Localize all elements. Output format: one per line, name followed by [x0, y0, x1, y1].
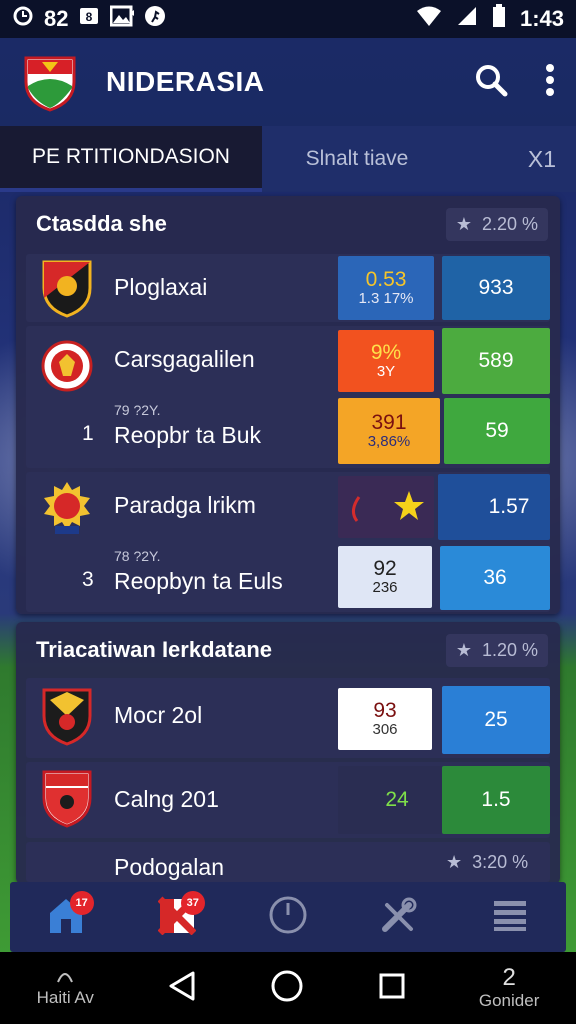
- star-icon: ★: [455, 639, 472, 660]
- wifi-icon: [416, 5, 442, 33]
- odds-cell[interactable]: 24: [338, 766, 442, 834]
- nav-home[interactable]: 17: [36, 887, 96, 947]
- team-row[interactable]: Calng 201 24 1.5: [26, 762, 550, 838]
- nav-tools[interactable]: [369, 887, 429, 947]
- team-name: Carsgagalilen: [114, 346, 255, 372]
- tab-partition[interactable]: PE RTITIONDASION: [0, 126, 262, 192]
- search-icon[interactable]: [474, 63, 508, 102]
- status-time: 1:43: [519, 6, 564, 31]
- app-bar: NIDERASIA: [0, 38, 576, 126]
- status-bar: 82 8 1:43: [0, 0, 576, 38]
- team-row[interactable]: Carsgagalilen 9% 3Y 589 79 ?2Y. 1 Reopbr…: [26, 326, 550, 468]
- team-row[interactable]: Ploglaxai 0.53 1.3 17% 933: [26, 254, 550, 322]
- section-badge: ★ 2.20 %: [445, 207, 548, 241]
- team-crest-icon: [40, 258, 94, 318]
- odds-cell[interactable]: [338, 476, 434, 538]
- score-cell[interactable]: 933: [442, 256, 550, 320]
- rank-number: 3: [82, 568, 94, 591]
- status-left-text: 82: [44, 6, 69, 31]
- odds-cell[interactable]: 391 3,86%: [338, 398, 440, 464]
- tab-x1[interactable]: X1: [452, 126, 576, 192]
- odds-cell[interactable]: 93 306: [338, 688, 432, 750]
- nav-compass[interactable]: [258, 887, 318, 947]
- clock-icon: [12, 5, 34, 33]
- star-icon: ★: [455, 213, 472, 234]
- flame-star-icon: [352, 491, 424, 522]
- team-name: Calng 201: [114, 786, 219, 812]
- section-panel: Triacatiwan Ierkdatane ★ 1.20 % Mocr 2ol…: [16, 622, 560, 884]
- section-title: Triacatiwan Ierkdatane: [36, 637, 272, 662]
- nav-menu[interactable]: [480, 887, 540, 947]
- score-cell[interactable]: 1.5: [442, 766, 550, 834]
- sub-label: 79 ?2Y.: [114, 402, 161, 418]
- menu-icon: [492, 897, 528, 938]
- score-cell[interactable]: 59: [444, 398, 550, 464]
- system-navigation-bar: Haiti Av 2 Gonider: [0, 952, 576, 1024]
- section-badge: ★ 1.20 %: [445, 633, 548, 667]
- score-cell[interactable]: 589: [442, 328, 550, 394]
- team-name: Ploglaxai: [114, 274, 208, 300]
- odds-cell[interactable]: 9% 3Y: [338, 330, 434, 392]
- team-name: Mocr 2ol: [114, 702, 203, 728]
- home-circle-icon[interactable]: [270, 969, 304, 1008]
- sub-team-name: Reopbr ta Buk: [114, 422, 262, 448]
- team-crest-icon: [40, 480, 94, 540]
- score-cell[interactable]: 25: [442, 686, 550, 754]
- app-title: NIDERASIA: [106, 66, 265, 97]
- team-name: Podogalan: [114, 854, 224, 880]
- tab-bar: PE RTITIONDASION Slnalt tiave X1: [0, 126, 576, 192]
- team-row[interactable]: Podogalan ★ 3:20 %: [26, 842, 550, 882]
- team-crest-icon: [40, 768, 94, 828]
- svg-text:8: 8: [86, 10, 93, 24]
- signal-icon: [456, 5, 478, 33]
- team-crest-icon: [40, 686, 94, 746]
- system-right-item[interactable]: 2 Gonider: [479, 965, 539, 1010]
- odds-cell[interactable]: 92 236: [338, 546, 432, 608]
- team-row[interactable]: Paradga lrikm 1.57 78 ?2Y. 3 Reopbyn ta …: [26, 472, 550, 612]
- score-cell[interactable]: 36: [440, 546, 550, 610]
- notification-badge: 37: [180, 891, 205, 915]
- bottom-navigation: 17 37: [10, 882, 566, 952]
- recents-icon[interactable]: [378, 972, 406, 1005]
- team-crest-icon: [40, 336, 94, 396]
- tab-standings[interactable]: Slnalt tiave: [262, 126, 452, 192]
- badge-icon: 8: [78, 5, 100, 33]
- runner-icon: [144, 5, 166, 33]
- row-badge: ★ 3:20 %: [446, 852, 529, 872]
- back-icon[interactable]: [167, 970, 197, 1007]
- odds-cell[interactable]: 0.53 1.3 17%: [338, 256, 434, 320]
- notification-badge: 17: [69, 891, 94, 915]
- star-icon: ★: [446, 852, 463, 872]
- sub-team-name: Reopbyn ta Euls: [114, 568, 283, 594]
- tools-icon: [379, 895, 419, 940]
- section-panel: Ctasdda she ★ 2.20 % Ploglaxai 0.53 1.3 …: [16, 196, 560, 614]
- team-row[interactable]: Mocr 2ol 93 306 25: [26, 678, 550, 758]
- rank-number: 1: [82, 422, 94, 445]
- team-name: Paradga lrikm: [114, 492, 256, 518]
- score-cell[interactable]: 1.57: [438, 474, 550, 540]
- more-vert-icon[interactable]: [544, 63, 556, 102]
- battery-icon: [492, 4, 506, 34]
- app-logo-shield-icon: [20, 52, 80, 112]
- person-icon: [54, 969, 76, 988]
- nav-flag[interactable]: 37: [147, 887, 207, 947]
- sub-label: 78 ?2Y.: [114, 548, 161, 564]
- compass-icon: [268, 895, 308, 940]
- section-title: Ctasdda she: [36, 211, 167, 236]
- system-left-item[interactable]: Haiti Av: [37, 968, 94, 1007]
- image-icon: [109, 5, 135, 33]
